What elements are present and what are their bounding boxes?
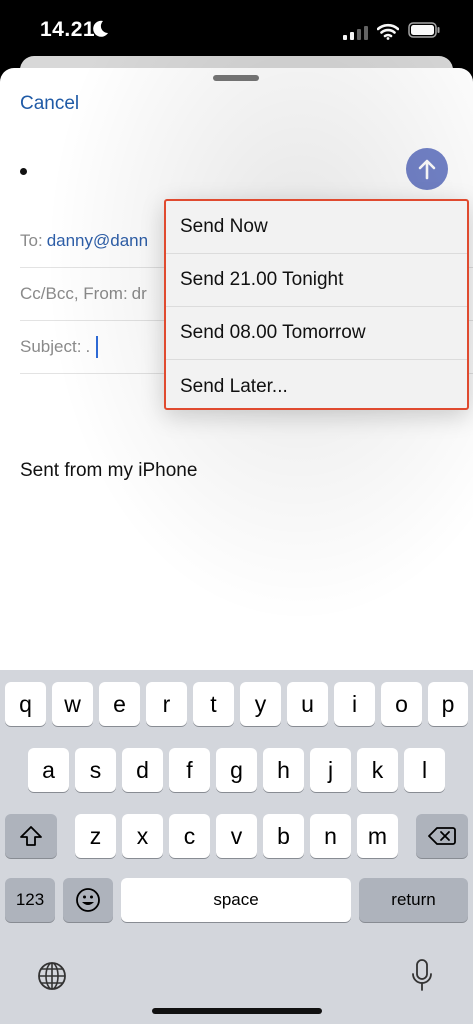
from-value[interactable]: dr bbox=[132, 284, 147, 304]
text-caret bbox=[96, 336, 99, 358]
moon-icon bbox=[93, 20, 108, 37]
wifi-icon bbox=[377, 23, 399, 40]
shift-key[interactable] bbox=[5, 814, 57, 858]
globe-icon[interactable] bbox=[36, 960, 68, 992]
status-bar: 14.21 bbox=[0, 0, 473, 60]
send-arrow-icon bbox=[418, 159, 436, 180]
shift-icon bbox=[20, 826, 42, 846]
key-h[interactable]: h bbox=[263, 748, 304, 792]
key-e[interactable]: e bbox=[99, 682, 140, 726]
key-p[interactable]: p bbox=[428, 682, 468, 726]
numbers-key[interactable]: 123 bbox=[5, 878, 55, 922]
key-s[interactable]: s bbox=[75, 748, 116, 792]
key-w[interactable]: w bbox=[52, 682, 93, 726]
key-y[interactable]: y bbox=[240, 682, 281, 726]
backspace-icon bbox=[428, 827, 456, 845]
subject-label: Subject: bbox=[20, 337, 82, 356]
home-indicator[interactable] bbox=[152, 1008, 322, 1014]
key-x[interactable]: x bbox=[122, 814, 163, 858]
key-i[interactable]: i bbox=[334, 682, 375, 726]
menu-item-send-tomorrow[interactable]: Send 08.00 Tomorrow bbox=[166, 307, 467, 360]
key-r[interactable]: r bbox=[146, 682, 187, 726]
to-label: To: bbox=[20, 231, 43, 250]
key-z[interactable]: z bbox=[75, 814, 116, 858]
key-v[interactable]: v bbox=[216, 814, 257, 858]
key-d[interactable]: d bbox=[122, 748, 163, 792]
key-c[interactable]: c bbox=[169, 814, 210, 858]
menu-item-send-later[interactable]: Send Later... bbox=[166, 360, 467, 413]
ccbcc-label: Cc/Bcc, From: bbox=[20, 284, 128, 303]
key-t[interactable]: t bbox=[193, 682, 234, 726]
space-key[interactable]: space bbox=[121, 878, 351, 922]
key-q[interactable]: q bbox=[5, 682, 46, 726]
send-button[interactable] bbox=[406, 148, 448, 190]
title-dot bbox=[20, 168, 27, 175]
key-b[interactable]: b bbox=[263, 814, 304, 858]
emoji-key[interactable] bbox=[63, 878, 113, 922]
signal-icon bbox=[343, 26, 368, 40]
key-k[interactable]: k bbox=[357, 748, 398, 792]
menu-item-send-tonight[interactable]: Send 21.00 Tonight bbox=[166, 254, 467, 307]
key-a[interactable]: a bbox=[28, 748, 69, 792]
backspace-key[interactable] bbox=[416, 814, 468, 858]
menu-item-send-now[interactable]: Send Now bbox=[166, 201, 467, 254]
send-options-menu: Send Now Send 21.00 Tonight Send 08.00 T… bbox=[164, 199, 469, 410]
key-f[interactable]: f bbox=[169, 748, 210, 792]
sheet-grabber[interactable] bbox=[213, 75, 259, 81]
cancel-button[interactable]: Cancel bbox=[20, 93, 79, 115]
key-l[interactable]: l bbox=[404, 748, 445, 792]
key-n[interactable]: n bbox=[310, 814, 351, 858]
return-key[interactable]: return bbox=[359, 878, 468, 922]
signature-text[interactable]: Sent from my iPhone bbox=[20, 460, 197, 482]
key-u[interactable]: u bbox=[287, 682, 328, 726]
subject-value[interactable]: . bbox=[85, 337, 90, 357]
microphone-icon[interactable] bbox=[410, 958, 434, 994]
battery-icon bbox=[408, 22, 440, 38]
status-time: 14.21 bbox=[40, 18, 96, 41]
key-j[interactable]: j bbox=[310, 748, 351, 792]
emoji-icon bbox=[76, 888, 100, 912]
key-o[interactable]: o bbox=[381, 682, 422, 726]
key-m[interactable]: m bbox=[357, 814, 398, 858]
keyboard: q w e r t y u i o p a s d f g h j k l z … bbox=[0, 670, 473, 1024]
to-value[interactable]: danny@dann bbox=[47, 231, 148, 251]
key-g[interactable]: g bbox=[216, 748, 257, 792]
